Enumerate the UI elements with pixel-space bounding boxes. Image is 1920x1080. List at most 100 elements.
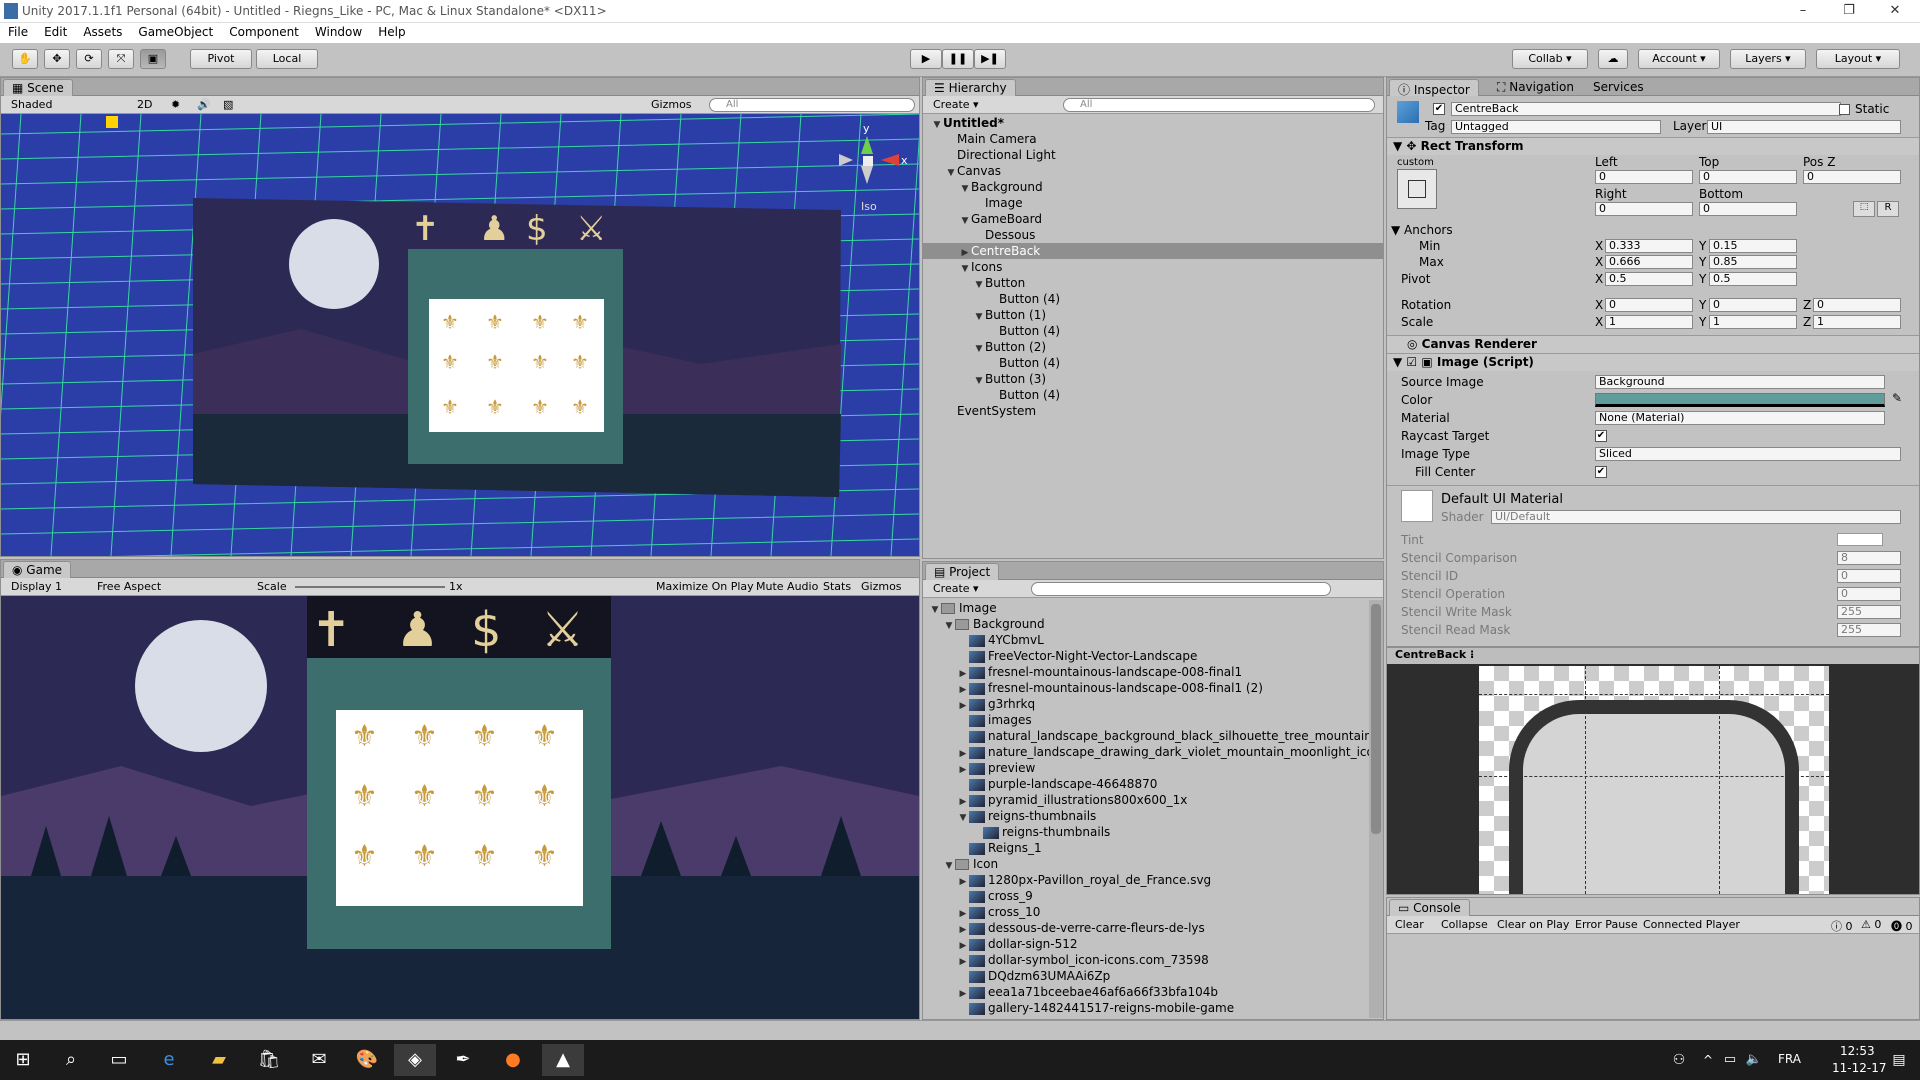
tab-project[interactable]: ▤ Project	[925, 563, 1000, 580]
menu-component[interactable]: Component	[221, 23, 307, 41]
hierarchy-item[interactable]: Button (4)	[923, 291, 1383, 307]
project-item[interactable]: purple-landscape-46648870	[923, 776, 1369, 792]
people-icon[interactable]: ⚇	[1658, 1044, 1700, 1076]
collab-dropdown[interactable]: Collab ▾	[1512, 49, 1588, 69]
console-connected-player-dropdown[interactable]: Connected Player	[1643, 918, 1740, 931]
hierarchy-item[interactable]: ▼ Canvas	[923, 163, 1383, 179]
project-item[interactable]: ▶ cross_10	[923, 904, 1369, 920]
rect-left-field[interactable]: 0	[1595, 170, 1693, 184]
close-button[interactable]: ✕	[1872, 0, 1918, 23]
paint-icon[interactable]: 🎨	[346, 1044, 388, 1076]
project-item[interactable]: images	[923, 712, 1369, 728]
start-icon[interactable]: ⊞	[2, 1044, 44, 1076]
hierarchy-item[interactable]: Dessous	[923, 227, 1383, 243]
network-icon[interactable]: ▭	[1718, 1044, 1742, 1076]
notifications-icon[interactable]: ▤	[1884, 1044, 1914, 1076]
play-button[interactable]: ▶	[910, 49, 942, 69]
light-icon[interactable]: ✹	[171, 98, 180, 111]
image-script-header[interactable]: ▼ ☑ ▣ Image (Script)	[1387, 353, 1919, 371]
hierarchy-item[interactable]: Directional Light	[923, 147, 1383, 163]
local-toggle[interactable]: Local	[256, 49, 318, 69]
object-name-field[interactable]: CentreBack	[1451, 102, 1841, 116]
scale-y-field[interactable]: 1	[1709, 315, 1797, 329]
rect-tool-button[interactable]: ▣	[140, 49, 166, 69]
image-type-dropdown[interactable]: Sliced	[1595, 447, 1901, 461]
menu-file[interactable]: File	[0, 23, 36, 41]
firefox-icon[interactable]: ●	[492, 1044, 534, 1076]
tab-game[interactable]: ◉ Game	[3, 561, 72, 578]
hierarchy-item[interactable]: ▼ Button (2)	[923, 339, 1383, 355]
pivot-x-field[interactable]: 0.5	[1605, 272, 1693, 286]
rect-bottom-field[interactable]: 0	[1699, 202, 1797, 216]
search-icon[interactable]: ⌕	[50, 1044, 92, 1076]
project-item[interactable]: ▶ g3rhrkq	[923, 696, 1369, 712]
project-item[interactable]: 4YCbmvL	[923, 632, 1369, 648]
rotation-x-field[interactable]: 0	[1605, 298, 1693, 312]
project-item[interactable]: ▼ Background	[923, 616, 1369, 632]
pivot-y-field[interactable]: 0.5	[1709, 272, 1797, 286]
project-item[interactable]: ▼ Image	[923, 600, 1369, 616]
project-item[interactable]: DQdzm63UMAAi6Zp	[923, 968, 1369, 984]
eyedropper-icon[interactable]: ✎	[1892, 391, 1902, 405]
static-checkbox[interactable]	[1839, 104, 1850, 115]
project-item[interactable]: ▶ nature_landscape_drawing_dark_violet_mo…	[923, 744, 1369, 760]
anchors-label[interactable]: ▼ Anchors	[1391, 223, 1453, 237]
project-item[interactable]: ▶ preview	[923, 760, 1369, 776]
menu-window[interactable]: Window	[307, 23, 370, 41]
clock-date[interactable]: 11-12-17	[1832, 1061, 1886, 1075]
rotation-y-field[interactable]: 0	[1709, 298, 1797, 312]
menu-gameobject[interactable]: GameObject	[130, 23, 221, 41]
hierarchy-create-dropdown[interactable]: Create ▾	[933, 98, 979, 111]
maximize-on-play-toggle[interactable]: Maximize On Play	[656, 580, 754, 593]
hierarchy-item[interactable]: ▼ Button (1)	[923, 307, 1383, 323]
scene-view[interactable]: ⚜ ⚜ ⚜ ⚜ ⚜ ⚜ ⚜ ⚜ ⚜ ⚜ ⚜ ⚜ ✝ ♟ $ ⚔ y x Iso	[1, 114, 919, 556]
project-item[interactable]: Reigns_1	[923, 840, 1369, 856]
anchor-max-y-field[interactable]: 0.85	[1709, 255, 1797, 269]
console-info-count[interactable]: ⓘ 0	[1831, 918, 1853, 934]
iso-label[interactable]: Iso	[861, 200, 877, 213]
hierarchy-item[interactable]: EventSystem	[923, 403, 1383, 419]
file-explorer-icon[interactable]: ▰	[198, 1044, 240, 1076]
rect-top-field[interactable]: 0	[1699, 170, 1797, 184]
effects-icon[interactable]: ▧	[223, 98, 233, 111]
unity-icon[interactable]: ◈	[394, 1044, 436, 1076]
scene-gizmos-dropdown[interactable]: Gizmos	[651, 98, 692, 111]
console-warning-count[interactable]: ⚠ 0	[1861, 918, 1881, 931]
hierarchy-item[interactable]: Button (4)	[923, 387, 1383, 403]
material-field[interactable]: None (Material)	[1595, 411, 1885, 425]
scale-tool-button[interactable]: ⤧	[108, 49, 134, 69]
input-language[interactable]: FRA	[1778, 1052, 1801, 1066]
aspect-dropdown[interactable]: Free Aspect	[97, 580, 161, 593]
console-collapse-toggle[interactable]: Collapse	[1441, 918, 1488, 931]
scene-search-input[interactable]: All	[709, 98, 915, 112]
project-create-dropdown[interactable]: Create ▾	[933, 582, 979, 595]
anchor-max-x-field[interactable]: 0.666	[1605, 255, 1693, 269]
raw-edit-button[interactable]: R	[1877, 201, 1899, 217]
tray-arrow-icon[interactable]: ^	[1696, 1044, 1720, 1076]
hand-tool-button[interactable]: ✋	[12, 49, 38, 69]
project-item[interactable]: reigns-thumbnails	[923, 824, 1369, 840]
mute-audio-toggle[interactable]: Mute Audio	[756, 580, 818, 593]
rotate-tool-button[interactable]: ⟳	[76, 49, 102, 69]
project-item[interactable]: natural_landscape_background_black_silho…	[923, 728, 1369, 744]
hierarchy-item[interactable]: ▼ GameBoard	[923, 211, 1383, 227]
clock-time[interactable]: 12:53	[1840, 1044, 1875, 1058]
project-item[interactable]: cross_9	[923, 888, 1369, 904]
stats-toggle[interactable]: Stats	[823, 580, 851, 593]
scale-slider[interactable]	[295, 586, 445, 588]
minimize-button[interactable]: –	[1780, 0, 1826, 23]
fill-center-checkbox[interactable]: ✔	[1595, 466, 1607, 478]
project-item[interactable]: ▼ reigns-thumbnails	[923, 808, 1369, 824]
tab-services[interactable]: Services	[1593, 80, 1644, 94]
hierarchy-search-input[interactable]: All	[1063, 98, 1375, 112]
pause-button[interactable]: ❚❚	[942, 49, 974, 69]
hierarchy-item[interactable]: ▼ Icons	[923, 259, 1383, 275]
shading-dropdown[interactable]: Shaded	[11, 98, 52, 111]
pivot-toggle[interactable]: Pivot	[190, 49, 252, 69]
hierarchy-item[interactable]: Main Camera	[923, 131, 1383, 147]
task-view-icon[interactable]: ▭	[98, 1044, 140, 1076]
rotation-z-field[interactable]: 0	[1813, 298, 1901, 312]
tab-inspector[interactable]: ⓘ Inspector	[1389, 79, 1479, 97]
account-dropdown[interactable]: Account ▾	[1638, 49, 1720, 69]
store-icon[interactable]: 🛍	[248, 1044, 290, 1076]
